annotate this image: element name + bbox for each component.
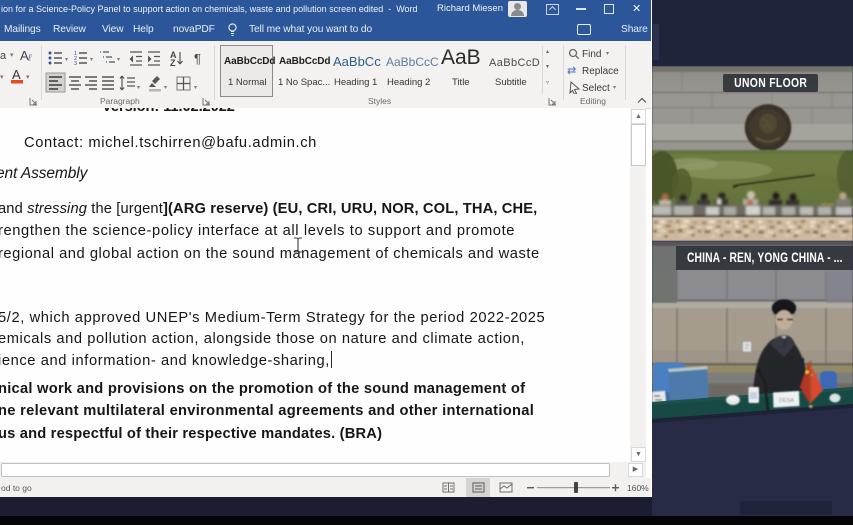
svg-text:ℓ: ℓ <box>27 53 32 64</box>
svg-text:160%: 160% <box>627 483 649 493</box>
svg-text:a: a <box>0 50 7 62</box>
svg-text:▾: ▾ <box>10 52 14 59</box>
svg-text:▾: ▾ <box>0 74 4 81</box>
svg-text:▾: ▾ <box>194 85 197 91</box>
svg-text:3: 3 <box>74 61 77 67</box>
svg-text:Z: Z <box>170 58 176 68</box>
svg-text:DESA: DESA <box>779 398 794 404</box>
svg-text:▾: ▾ <box>26 74 30 81</box>
svg-text:▾: ▾ <box>164 85 167 91</box>
svg-text:A: A <box>12 67 21 82</box>
svg-text:▾: ▾ <box>90 57 93 63</box>
svg-text:▾: ▾ <box>65 57 68 63</box>
svg-text:▾: ▾ <box>117 57 120 63</box>
svg-text:▾: ▾ <box>137 85 140 91</box>
svg-text:¶: ¶ <box>194 51 201 66</box>
